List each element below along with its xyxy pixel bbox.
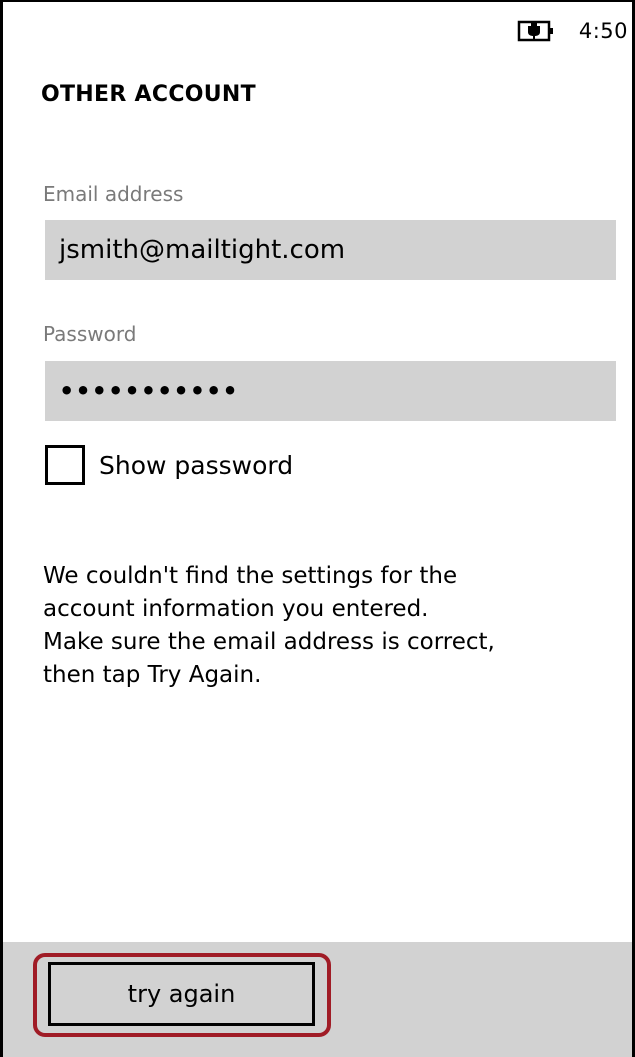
email-value: jsmith@mailtight.com xyxy=(59,235,346,265)
show-password-checkbox[interactable] xyxy=(45,445,85,485)
battery-charging-icon xyxy=(517,19,557,43)
message-line: then tap Try Again. xyxy=(43,662,262,688)
app-bar: try again xyxy=(3,942,632,1057)
email-label: Email address xyxy=(43,182,184,206)
show-password-label: Show password xyxy=(99,450,294,480)
message-line: account information you entered. xyxy=(43,596,429,622)
message-line: We couldn't find the settings for the xyxy=(43,563,458,589)
password-value: ••••••••••• xyxy=(59,377,239,405)
message-line: Make sure the email address is correct, xyxy=(43,629,495,655)
page-title: OTHER ACCOUNT xyxy=(41,82,256,107)
password-label: Password xyxy=(43,322,137,346)
try-again-button[interactable]: try again xyxy=(48,962,315,1026)
password-field[interactable]: ••••••••••• xyxy=(45,361,616,421)
show-password-row[interactable]: Show password xyxy=(45,445,293,485)
email-field[interactable]: jsmith@mailtight.com xyxy=(45,220,616,280)
error-message: We couldn't find the settings for the ac… xyxy=(43,560,603,692)
status-bar: 4:50 xyxy=(517,16,628,46)
clock: 4:50 xyxy=(578,19,628,43)
phone-screen: 4:50 OTHER ACCOUNT Email address jsmith@… xyxy=(0,0,635,1057)
